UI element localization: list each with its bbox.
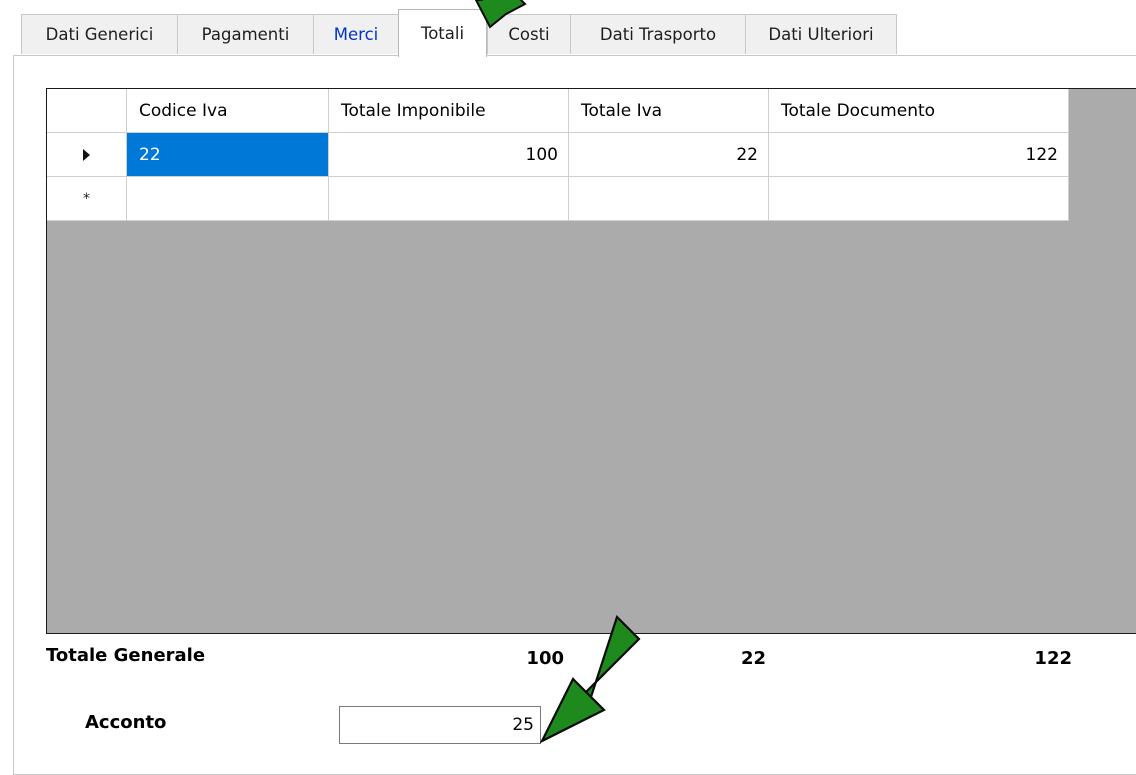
tab-merci[interactable]: Merci [313, 14, 399, 54]
cell-codice-iva[interactable]: 22 [127, 133, 329, 177]
tab-totali[interactable]: Totali [398, 9, 487, 57]
new-cell-totale-iva[interactable] [569, 177, 769, 221]
tab-label: Totali [420, 24, 465, 43]
new-cell-totale-imponibile[interactable] [329, 177, 569, 221]
totals-grid[interactable]: Codice Iva Totale Imponibile Totale Iva … [46, 88, 1136, 634]
row-header-current[interactable] [47, 133, 127, 177]
tab-dati-generici[interactable]: Dati Generici [21, 14, 178, 54]
cell-totale-documento[interactable]: 122 [769, 133, 1069, 177]
tab-dati-ulteriori[interactable]: Dati Ulteriori [745, 14, 897, 54]
column-header-totale-documento[interactable]: Totale Documento [769, 89, 1069, 133]
tab-label: Merci [333, 25, 379, 44]
new-cell-totale-documento[interactable] [769, 177, 1069, 221]
tab-label: Pagamenti [201, 25, 290, 44]
new-row-icon: * [83, 190, 90, 207]
tab-label: Dati Generici [45, 25, 154, 44]
totale-generale-iva: 22 [740, 648, 766, 669]
column-header-totale-iva[interactable]: Totale Iva [569, 89, 769, 133]
new-cell-codice-iva[interactable] [127, 177, 329, 221]
row-header-new[interactable]: * [47, 177, 127, 221]
grid-corner-header[interactable] [47, 89, 127, 133]
cell-totale-iva[interactable]: 22 [569, 133, 769, 177]
new-row[interactable]: * [47, 177, 1069, 221]
totale-generale-imponibile: 100 [526, 648, 564, 669]
column-header-totale-imponibile[interactable]: Totale Imponibile [329, 89, 569, 133]
current-row-icon [83, 148, 90, 161]
tab-label: Dati Trasporto [599, 25, 717, 44]
tab-label: Dati Ulteriori [768, 25, 874, 44]
tab-pagamenti[interactable]: Pagamenti [177, 14, 314, 54]
tab-label: Costi [508, 25, 550, 44]
column-header-codice-iva[interactable]: Codice Iva [127, 89, 329, 133]
grid-header-row: Codice Iva Totale Imponibile Totale Iva … [47, 89, 1069, 133]
acconto-input[interactable] [339, 706, 541, 744]
totale-generale-documento: 122 [1034, 648, 1072, 669]
acconto-label: Acconto [85, 712, 167, 733]
tab-strip: Dati Generici Pagamenti Merci Totali Cos… [0, 0, 1136, 57]
table-row[interactable]: 22 100 22 122 [47, 133, 1069, 177]
totale-generale-label: Totale Generale [46, 645, 206, 666]
cell-totale-imponibile[interactable]: 100 [329, 133, 569, 177]
tab-dati-trasporto[interactable]: Dati Trasporto [570, 14, 746, 54]
tab-costi[interactable]: Costi [487, 14, 571, 54]
